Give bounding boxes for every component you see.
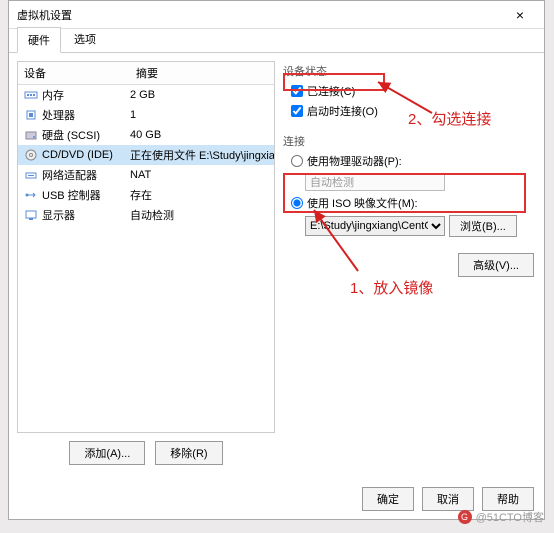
- device-name: 处理器: [40, 107, 130, 123]
- device-value: 存在: [130, 187, 274, 203]
- watermark-icon: G: [458, 510, 472, 524]
- use-physical-input[interactable]: [291, 155, 303, 167]
- use-physical-radio[interactable]: 使用物理驱动器(P):: [291, 153, 536, 169]
- device-name: CD/DVD (IDE): [40, 149, 130, 161]
- network-icon: [22, 168, 40, 182]
- device-value: 1: [130, 109, 274, 121]
- disk-icon: [22, 128, 40, 142]
- device-value: 正在使用文件 E:\Study\jingxian...: [130, 147, 274, 163]
- dialog-footer: 确定 取消 帮助: [362, 487, 534, 511]
- annotation-arrow-2: [308, 206, 368, 276]
- table-row[interactable]: 内存 2 GB: [18, 85, 274, 105]
- device-name: 显示器: [40, 207, 130, 223]
- table-row[interactable]: USB 控制器 存在: [18, 185, 274, 205]
- close-icon[interactable]: ×: [504, 7, 536, 23]
- table-row[interactable]: 显示器 自动检测: [18, 205, 274, 225]
- col-device: 设备: [18, 62, 130, 84]
- col-summary: 摘要: [130, 62, 274, 84]
- connected-input[interactable]: [291, 85, 303, 97]
- tab-hardware[interactable]: 硬件: [17, 27, 61, 53]
- connected-label: 已连接(C): [307, 83, 355, 99]
- table-header: 设备 摘要: [18, 62, 274, 85]
- device-name: 硬盘 (SCSI): [40, 127, 130, 143]
- device-name: 网络适配器: [40, 167, 130, 183]
- table-row[interactable]: 处理器 1: [18, 105, 274, 125]
- left-buttons: 添加(A)... 移除(R): [17, 433, 275, 473]
- left-pane: 设备 摘要 内存 2 GB 处理器 1 硬盘 (SCSI) 40 GB: [17, 61, 275, 473]
- device-value: 自动检测: [130, 207, 274, 223]
- device-value: 2 GB: [130, 89, 274, 101]
- device-name: 内存: [40, 87, 130, 103]
- add-button[interactable]: 添加(A)...: [69, 441, 145, 465]
- cancel-button[interactable]: 取消: [422, 487, 474, 511]
- device-value: NAT: [130, 169, 274, 181]
- tab-strip: 硬件 选项: [9, 29, 544, 53]
- physical-select: 自动检测: [305, 173, 445, 191]
- tab-options[interactable]: 选项: [63, 26, 107, 52]
- connection-group-title: 连接: [283, 133, 536, 149]
- watermark: G @51CTO博客: [458, 509, 544, 525]
- device-name: USB 控制器: [40, 187, 130, 203]
- device-table: 设备 摘要 内存 2 GB 处理器 1 硬盘 (SCSI) 40 GB: [17, 61, 275, 433]
- annotation-text-2: 1、放入镜像: [350, 277, 433, 298]
- titlebar: 虚拟机设置 ×: [9, 1, 544, 29]
- physical-select-wrap: 自动检测: [305, 173, 536, 191]
- help-button[interactable]: 帮助: [482, 487, 534, 511]
- connect-at-power-input[interactable]: [291, 105, 303, 117]
- annotation-arrow-1: [372, 78, 442, 118]
- advanced-button[interactable]: 高级(V)...: [458, 253, 534, 277]
- connect-at-power-label: 启动时连接(O): [307, 103, 378, 119]
- cpu-icon: [22, 108, 40, 122]
- remove-button[interactable]: 移除(R): [155, 441, 222, 465]
- device-value: 40 GB: [130, 129, 274, 141]
- watermark-text: @51CTO博客: [476, 509, 544, 525]
- status-group-title: 设备状态: [283, 63, 536, 79]
- display-icon: [22, 208, 40, 222]
- window-title: 虚拟机设置: [17, 7, 504, 23]
- use-physical-label: 使用物理驱动器(P):: [307, 153, 402, 169]
- settings-window: 虚拟机设置 × 硬件 选项 设备 摘要 内存 2 GB 处理器 1: [8, 0, 545, 520]
- memory-icon: [22, 88, 40, 102]
- use-iso-input[interactable]: [291, 197, 303, 209]
- cd-icon: [22, 148, 40, 162]
- browse-button[interactable]: 浏览(B)...: [449, 215, 517, 237]
- table-row[interactable]: CD/DVD (IDE) 正在使用文件 E:\Study\jingxian...: [18, 145, 274, 165]
- usb-icon: [22, 188, 40, 202]
- table-row[interactable]: 硬盘 (SCSI) 40 GB: [18, 125, 274, 145]
- table-row[interactable]: 网络适配器 NAT: [18, 165, 274, 185]
- ok-button[interactable]: 确定: [362, 487, 414, 511]
